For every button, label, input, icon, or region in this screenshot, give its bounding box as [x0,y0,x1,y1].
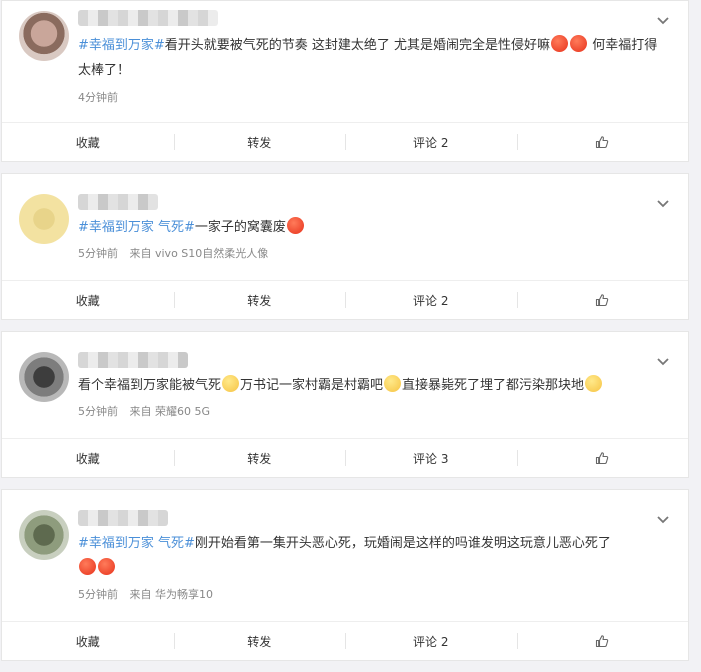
angry-emoji-icon [570,35,588,52]
comment-button[interactable]: 评论 2 [345,622,517,660]
comment-text: #幸福到万家 气死#一家子的窝囊废 [78,215,658,240]
chevron-down-icon[interactable] [656,512,670,526]
action-bar: 收藏 转发 评论 2 [2,280,688,319]
comment-card: #幸福到万家 气死#刚开始看第一集开头恶心死，玩婚闹是这样的吗谁发明这玩意儿恶心… [1,489,689,661]
username-blurred[interactable] [78,352,188,368]
thumbs-up-icon [596,452,609,465]
topic-link[interactable]: #幸福到万家# [78,38,165,53]
comment-card: #幸福到万家#看开头就要被气死的节奏 这封建太绝了 尤其是婚闹完全是性侵好嘛 何… [1,0,689,162]
comment-button[interactable]: 评论 2 [345,281,517,319]
repost-button[interactable]: 转发 [173,281,346,319]
timestamp: 4分钟前 [78,91,118,104]
device-source: 来自 vivo S10自然柔光人像 [129,247,269,260]
comment-text: 看个幸福到万家能被气死 万书记一家村霸是村霸吧 直接暴毙死了埋了都污染那块地 [78,373,658,398]
thumbs-up-icon [596,136,609,149]
comment-text: #幸福到万家#看开头就要被气死的节奏 这封建太绝了 尤其是婚闹完全是性侵好嘛 何… [78,33,658,83]
comment-card: #幸福到万家 气死#一家子的窝囊废 5分钟前 来自 vivo S10自然柔光人像… [1,173,689,320]
action-bar: 收藏 转发 评论 2 [2,621,688,660]
like-button[interactable] [516,123,689,161]
favorite-button[interactable]: 收藏 [2,439,174,477]
timestamp: 5分钟前 [78,588,118,601]
like-button[interactable] [516,281,689,319]
avatar[interactable] [19,194,69,244]
username-blurred[interactable] [78,10,218,26]
action-bar: 收藏 转发 评论 3 [2,438,688,477]
comment-meta: 4分钟前 [78,89,126,105]
device-source: 来自 荣耀60 5G [129,405,211,418]
angry-emoji-icon [79,558,96,575]
action-bar: 收藏 转发 评论 2 [2,122,688,161]
avatar[interactable] [19,510,69,560]
comment-meta: 5分钟前 来自 荣耀60 5G [78,403,218,419]
timestamp: 5分钟前 [78,247,118,260]
favorite-button[interactable]: 收藏 [2,123,174,161]
timestamp: 5分钟前 [78,405,118,418]
angry-emoji-icon [286,217,304,234]
repost-button[interactable]: 转发 [173,439,346,477]
angry-emoji-icon [98,558,115,575]
thumbs-up-icon [596,294,609,307]
smile-emoji-icon [384,375,402,392]
comment-button[interactable]: 评论 3 [345,439,517,477]
thumbs-up-icon [596,635,609,648]
topic-link[interactable]: #幸福到万家 气死# [78,220,195,235]
like-button[interactable] [516,439,689,477]
like-button[interactable] [516,622,689,660]
smile-emoji-icon [585,375,603,392]
favorite-button[interactable]: 收藏 [2,281,174,319]
device-source: 来自 华为畅享10 [129,588,214,601]
comment-text: #幸福到万家 气死#刚开始看第一集开头恶心死，玩婚闹是这样的吗谁发明这玩意儿恶心… [78,531,658,581]
repost-button[interactable]: 转发 [173,123,346,161]
comment-card: 看个幸福到万家能被气死 万书记一家村霸是村霸吧 直接暴毙死了埋了都污染那块地 5分钟… [1,331,689,478]
username-blurred[interactable] [78,194,158,210]
comment-meta: 5分钟前 来自 vivo S10自然柔光人像 [78,245,276,261]
chevron-down-icon[interactable] [656,196,670,210]
favorite-button[interactable]: 收藏 [2,622,174,660]
angry-emoji-icon [551,35,569,52]
avatar[interactable] [19,11,69,61]
topic-link[interactable]: #幸福到万家 气死# [78,536,195,551]
chevron-down-icon[interactable] [656,354,670,368]
username-blurred[interactable] [78,510,168,526]
avatar[interactable] [19,352,69,402]
chevron-down-icon[interactable] [656,13,670,27]
repost-button[interactable]: 转发 [173,622,346,660]
smile-emoji-icon [222,375,240,392]
comment-button[interactable]: 评论 2 [345,123,517,161]
comment-meta: 5分钟前 来自 华为畅享10 [78,586,221,602]
